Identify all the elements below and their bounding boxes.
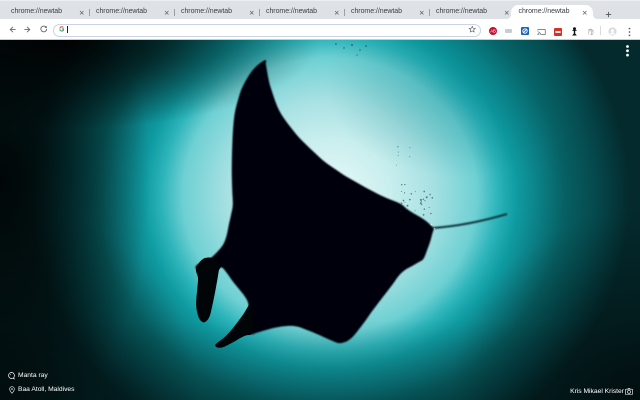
svg-text:AB: AB bbox=[491, 29, 497, 34]
